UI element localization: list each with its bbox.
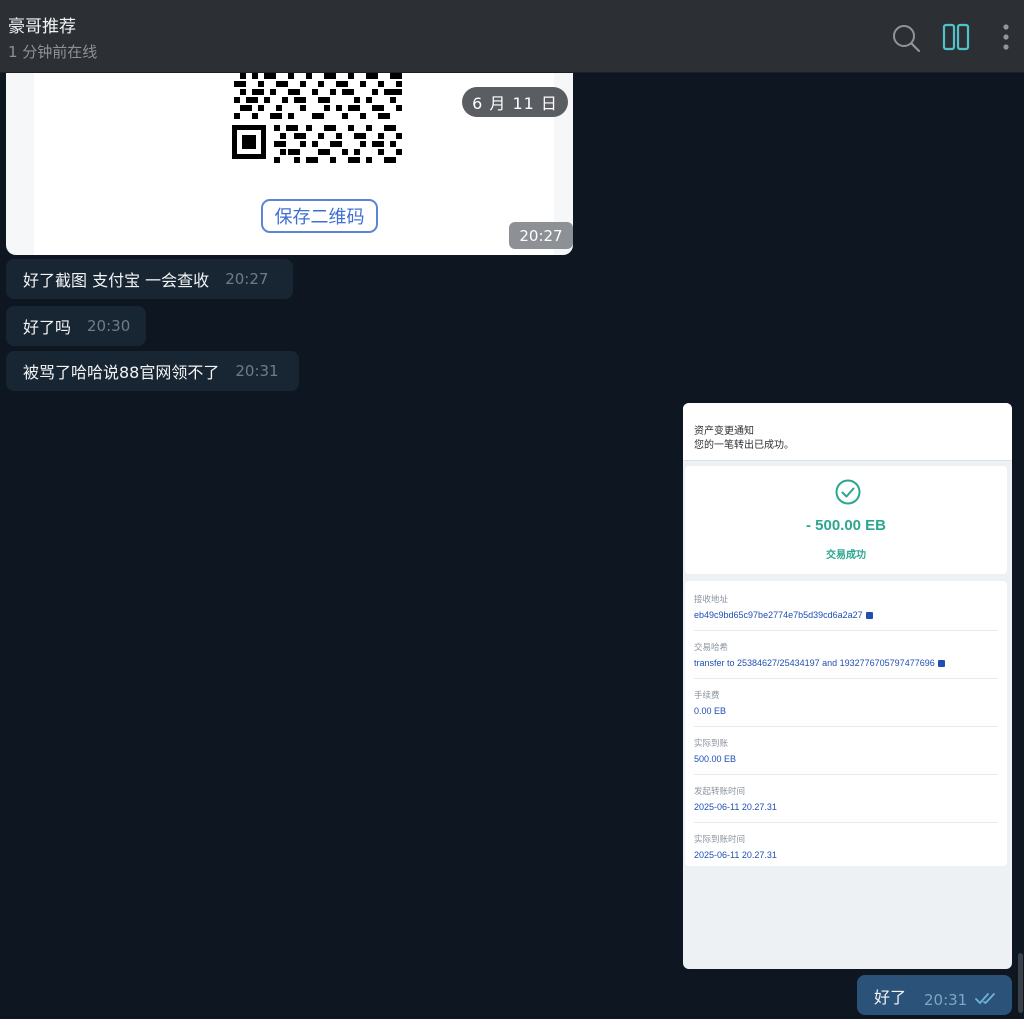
- copy-icon[interactable]: [865, 612, 873, 619]
- detail-value: transfer to 25384627/25434197 and 193277…: [694, 658, 945, 668]
- detail-label: 实际到账时间: [694, 834, 746, 844]
- detail-value: 2025-06-11 20.27.31: [694, 850, 777, 860]
- detail-label: 实际到账: [694, 738, 729, 748]
- message-time: 20:31: [924, 991, 968, 1009]
- transfer-amount: - 500.00 EB: [805, 517, 887, 534]
- detail-value: 0.00 EB: [694, 706, 727, 716]
- detail-value: 500.00 EB: [694, 754, 737, 764]
- detail-row-fee: 手续费 0.00 EB: [694, 679, 998, 727]
- chat-scrollbar[interactable]: [1016, 73, 1024, 1019]
- message-time: 20:30: [87, 317, 131, 335]
- save-qr-code-button[interactable]: 保存二维码: [261, 199, 378, 233]
- message-time: 20:27: [225, 270, 269, 288]
- qr-code-image: [232, 73, 408, 171]
- detail-value: 2025-06-11 20.27.31: [694, 802, 777, 812]
- detail-label: 发起转账时间: [694, 786, 746, 796]
- last-seen-status: 1 分钟前在线: [8, 43, 98, 61]
- date-separator: 6 月 11 日: [462, 87, 568, 117]
- detail-label: 接收地址: [694, 594, 729, 604]
- detail-row-address: 接收地址 eb49c9bd65c97be2774e7b5d39cd6a2a27: [694, 583, 998, 631]
- detail-label: 手续费: [694, 690, 720, 700]
- scrollbar-thumb[interactable]: [1018, 953, 1023, 1013]
- detail-row-arrival-time: 实际到账时间 2025-06-11 20.27.31: [694, 823, 998, 871]
- chat-header: 豪哥推荐 1 分钟前在线: [0, 0, 1024, 73]
- result-card: - 500.00 EB 交易成功: [685, 466, 1007, 574]
- notice-header: 资产变更通知 您的一笔转出已成功。: [683, 403, 1012, 461]
- message-time: 20:27: [509, 222, 573, 249]
- double-check-icon: [975, 993, 995, 1004]
- search-icon[interactable]: [890, 20, 922, 54]
- incoming-message[interactable]: 好了截图 支付宝 一会查收 20:27: [6, 259, 293, 299]
- incoming-message[interactable]: 好了吗 20:30: [6, 306, 146, 346]
- details-card: 接收地址 eb49c9bd65c97be2774e7b5d39cd6a2a27 …: [685, 581, 1007, 866]
- detail-row-received: 实际到账 500.00 EB: [694, 727, 998, 775]
- more-vertical-icon[interactable]: [994, 20, 1018, 54]
- message-time: 20:31: [235, 362, 279, 380]
- transfer-screenshot-message[interactable]: 资产变更通知 您的一笔转出已成功。 - 500.00 EB 交易成功 接收地址 …: [683, 403, 1012, 969]
- notice-title: 资产变更通知: [694, 426, 754, 437]
- detail-row-hash: 交易哈希 transfer to 25384627/25434197 and 1…: [694, 631, 998, 679]
- notice-body: 您的一笔转出已成功。: [694, 440, 794, 451]
- detail-label: 交易哈希: [694, 642, 729, 652]
- transfer-result: 交易成功: [826, 550, 866, 561]
- outgoing-message[interactable]: 好了 20:31: [857, 975, 1012, 1015]
- message-text: 被骂了哈哈说88官网领不了: [23, 363, 220, 382]
- success-check-icon: [835, 479, 861, 505]
- message-text: 好了: [874, 988, 907, 1007]
- detail-row-start-time: 发起转账时间 2025-06-11 20.27.31: [694, 775, 998, 823]
- message-text: 好了截图 支付宝 一会查收: [23, 271, 210, 290]
- detail-value: eb49c9bd65c97be2774e7b5d39cd6a2a27: [694, 610, 873, 620]
- copy-icon[interactable]: [937, 660, 945, 667]
- columns-icon[interactable]: [940, 20, 972, 54]
- incoming-message[interactable]: 被骂了哈哈说88官网领不了 20:31: [6, 351, 299, 391]
- chat-title[interactable]: 豪哥推荐: [8, 12, 76, 37]
- qr-code-image-message[interactable]: 保存二维码 6 月 11 日 20:27: [6, 73, 573, 255]
- message-text: 好了吗: [23, 318, 72, 337]
